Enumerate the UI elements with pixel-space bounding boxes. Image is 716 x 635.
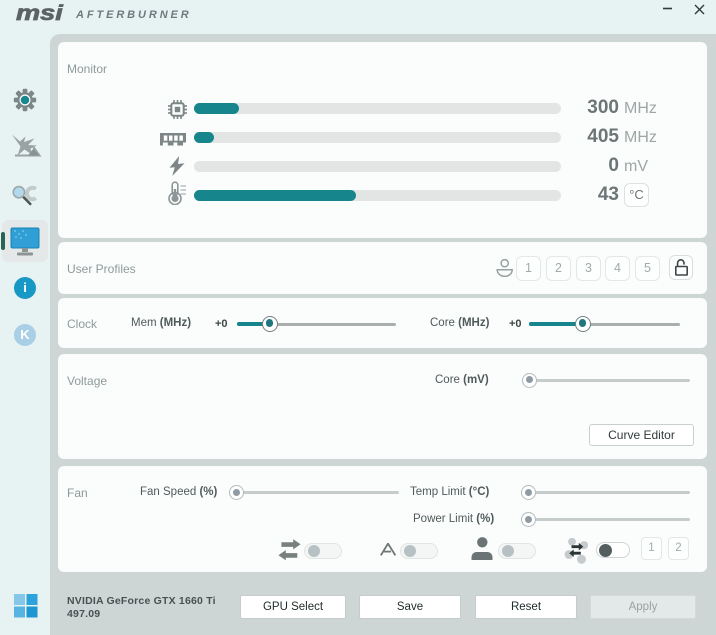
svg-text:msi: msi xyxy=(16,2,64,25)
